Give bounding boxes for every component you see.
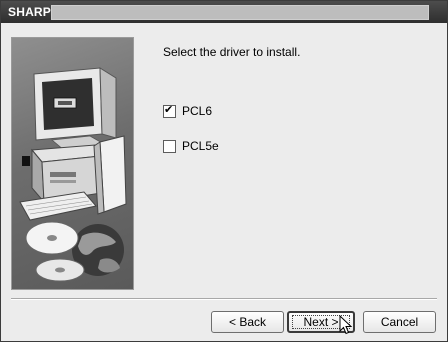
pcl6-label: PCL6 — [182, 104, 213, 118]
pcl5e-label: PCL5e — [182, 139, 219, 153]
driver-prompt: Select the driver to install. — [163, 45, 301, 59]
title-bar[interactable]: SHARP — [1, 1, 447, 23]
cancel-button[interactable]: Cancel — [363, 311, 436, 333]
button-separator — [11, 298, 437, 300]
title-progress-bar — [51, 5, 429, 20]
computer-illustration — [11, 37, 134, 290]
computer-illustration-art — [19, 67, 127, 282]
installer-dialog: SHARP Select the driver to install. ✔ PC… — [0, 0, 448, 342]
checkmark-icon: ✔ — [164, 102, 174, 116]
window-title: SHARP — [8, 5, 52, 19]
title-progress-fill — [52, 6, 428, 19]
option-pcl5e[interactable]: PCL5e — [163, 139, 219, 153]
pcl6-checkbox[interactable]: ✔ — [163, 102, 176, 118]
back-button[interactable]: < Back — [211, 311, 284, 333]
pcl5e-checkbox[interactable] — [163, 139, 176, 153]
option-pcl6[interactable]: ✔ PCL6 — [163, 102, 213, 118]
arrow-cursor-icon — [339, 315, 353, 335]
